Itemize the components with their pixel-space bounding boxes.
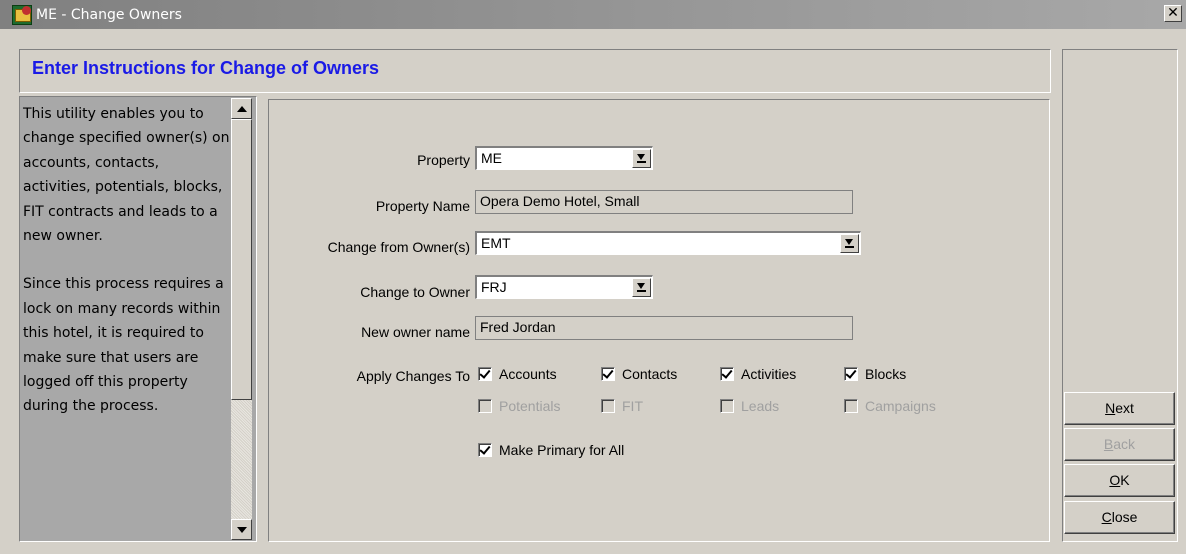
change-from-value: EMT: [481, 235, 511, 251]
scroll-up-button[interactable]: [231, 98, 252, 119]
checkbox-box: [601, 399, 615, 413]
page-title: Enter Instructions for Change of Owners: [32, 58, 380, 78]
change-to-label: Change to Owner: [360, 284, 470, 300]
next-button[interactable]: Next: [1064, 392, 1175, 425]
blocks-label: Blocks: [865, 366, 907, 382]
accounts-label: Accounts: [499, 366, 557, 382]
back-button: Back: [1064, 428, 1175, 461]
back-mnemonic: B: [1103, 436, 1114, 452]
ok-label: K: [1120, 472, 1130, 488]
potentials-label: Potentials: [499, 398, 561, 414]
change-to-dropdown-button[interactable]: [632, 278, 651, 297]
window-close-button[interactable]: ✕: [1164, 5, 1182, 22]
checkmark-icon: [601, 367, 615, 381]
next-label: ext: [1115, 400, 1134, 416]
checkmark-icon: [478, 367, 492, 381]
dropdown-arrow-icon: [637, 153, 646, 164]
ok-button[interactable]: OK: [1064, 464, 1175, 497]
title-bar: ME - Change Owners ✕: [0, 0, 1186, 29]
leads-label: Leads: [741, 398, 780, 414]
new-owner-label: New owner name: [361, 324, 470, 340]
change-from-select[interactable]: EMT: [475, 231, 861, 255]
checkmark-icon: [720, 367, 734, 381]
dropdown-arrow-icon: [845, 238, 854, 249]
change-from-label: Change from Owner(s): [327, 239, 470, 255]
new-owner-field: Fred Jordan: [475, 316, 853, 340]
potentials-checkbox: Potentials: [478, 398, 560, 414]
property-value: ME: [481, 150, 502, 166]
property-dropdown-button[interactable]: [632, 149, 651, 168]
leads-checkbox: Leads: [720, 398, 779, 414]
dropdown-arrow-icon: [637, 282, 646, 293]
app-icon: [12, 4, 32, 25]
info-paragraph-1: This utility enables you to change speci…: [23, 106, 230, 245]
ok-mnemonic: O: [1109, 472, 1121, 488]
scroll-down-button[interactable]: [231, 519, 252, 540]
accounts-checkbox[interactable]: Accounts: [478, 366, 557, 382]
apply-changes-label: Apply Changes To: [356, 368, 470, 384]
property-select[interactable]: ME: [475, 146, 653, 170]
window-title: ME - Change Owners: [36, 6, 182, 23]
contacts-checkbox[interactable]: Contacts: [601, 366, 677, 382]
change-to-select[interactable]: FRJ: [475, 275, 653, 299]
scroll-up-icon: [236, 105, 247, 112]
checkbox-box: [478, 399, 492, 413]
fit-checkbox: FIT: [601, 398, 643, 414]
activities-label: Activities: [741, 366, 797, 382]
checkmark-icon: [478, 443, 492, 457]
property-name-label: Property Name: [375, 198, 470, 214]
campaigns-checkbox: Campaigns: [844, 398, 936, 414]
scroll-down-icon: [236, 526, 247, 533]
checkbox-box: [720, 399, 734, 413]
checkmark-icon: [844, 367, 858, 381]
campaigns-label: Campaigns: [865, 398, 936, 414]
make-primary-label: Make Primary for All: [499, 442, 625, 458]
contacts-label: Contacts: [622, 366, 678, 382]
close-mnemonic: C: [1101, 509, 1112, 525]
make-primary-checkbox[interactable]: Make Primary for All: [478, 442, 624, 458]
checkbox-box: [844, 399, 858, 413]
fit-label: FIT: [622, 398, 643, 414]
back-label: ack: [1113, 436, 1136, 452]
next-mnemonic: N: [1105, 400, 1116, 416]
property-label: Property: [417, 152, 470, 168]
change-from-dropdown-button[interactable]: [840, 234, 859, 253]
property-name-field: Opera Demo Hotel, Small: [475, 190, 853, 214]
blocks-checkbox[interactable]: Blocks: [844, 366, 906, 382]
activities-checkbox[interactable]: Activities: [720, 366, 796, 382]
close-button[interactable]: Close: [1064, 501, 1175, 534]
change-to-value: FRJ: [481, 279, 507, 295]
close-label: lose: [1111, 509, 1138, 525]
